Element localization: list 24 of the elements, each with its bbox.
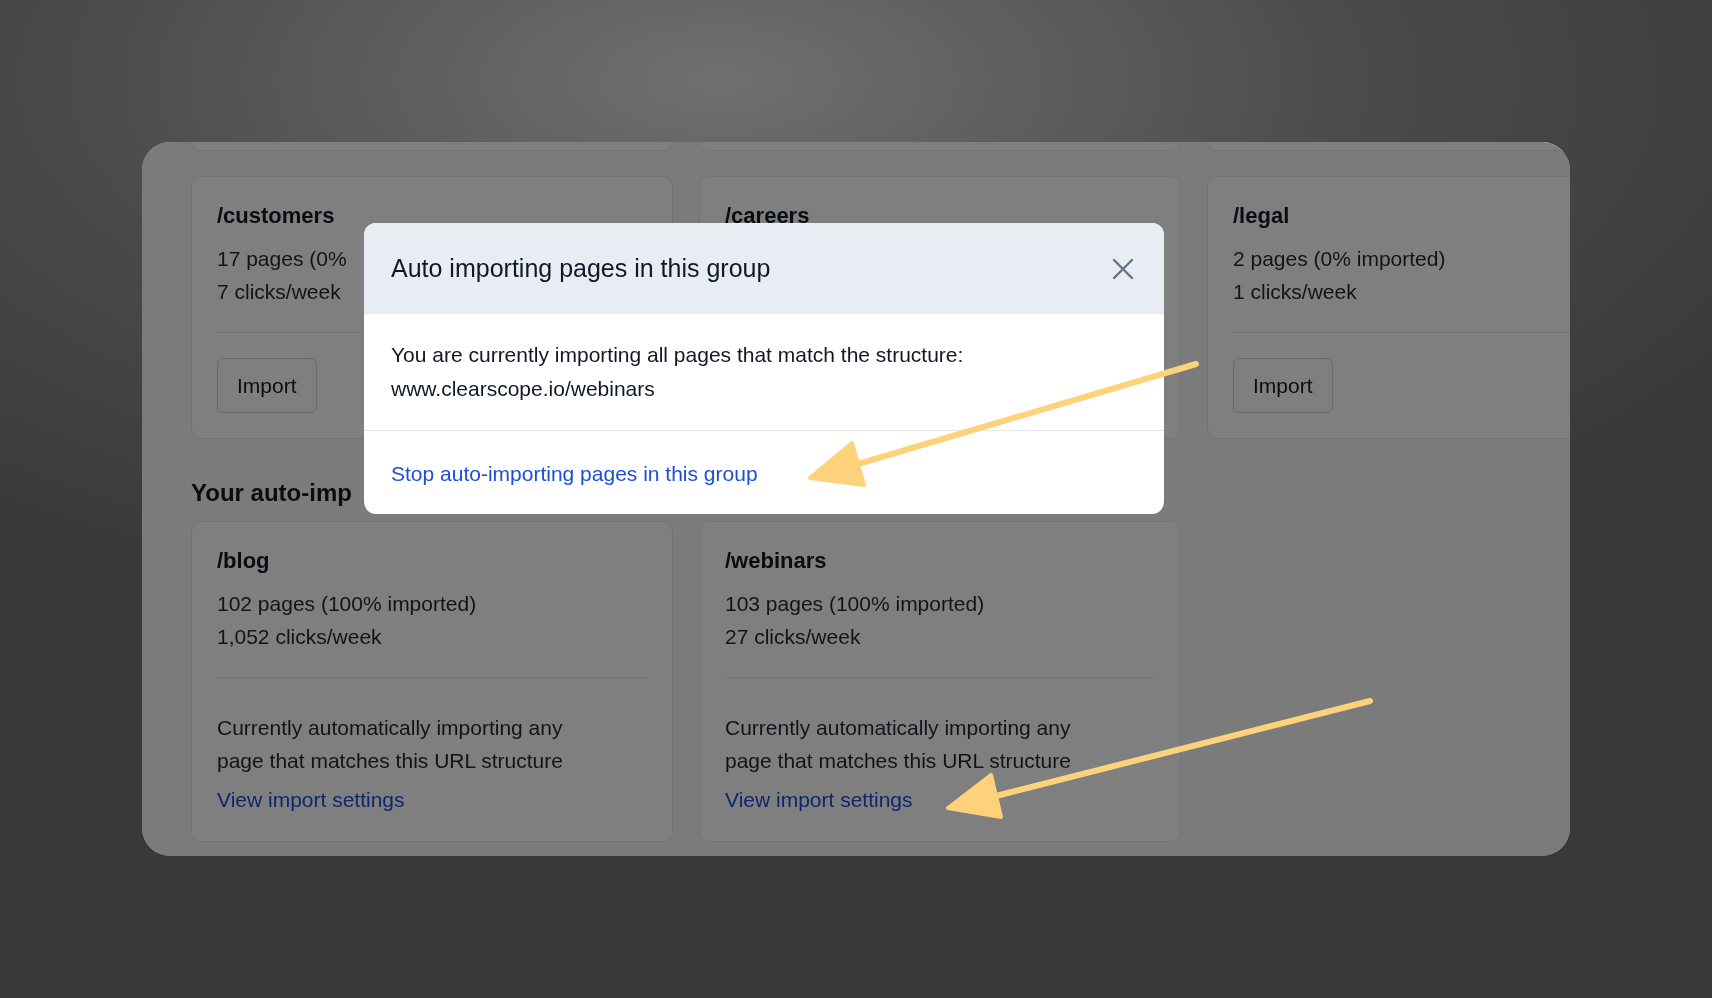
group-path: /careers	[725, 202, 811, 230]
import-note: Currently automatically importing any page that matches this URL structure	[725, 715, 1072, 774]
group-stat: 7 clicks/week	[217, 279, 341, 305]
import-button[interactable]: Import	[217, 358, 317, 413]
group-stat: 27 clicks/week	[725, 624, 861, 650]
import-button[interactable]: Import	[1233, 358, 1333, 413]
group-path: /blog	[217, 547, 271, 575]
group-path: /customers	[217, 202, 336, 230]
view-settings-link[interactable]: View import settings	[217, 783, 647, 816]
group-stat: 2 pages (0% imported)	[1233, 246, 1446, 272]
modal-title: Auto importing pages in this group	[391, 254, 771, 283]
import-note: Currently automatically importing any page that matches this URL structure	[217, 715, 564, 774]
group-stat: 102 pages (100% imported)	[217, 591, 477, 617]
group-stat: 1 clicks/week	[1233, 279, 1357, 305]
group-stat: 103 pages (100% imported)	[725, 591, 985, 617]
group-path: /webinars	[725, 547, 828, 575]
section-heading: Your auto-imp	[191, 479, 352, 507]
group-path: /legal	[1233, 202, 1291, 230]
view-settings-link[interactable]: View import settings	[725, 783, 1155, 816]
group-stat: 17 pages (0%	[217, 246, 347, 272]
modal-message: You are currently importing all pages that match the structure:	[391, 342, 965, 368]
url-structure: www.clearscope.io/webinars	[391, 376, 656, 402]
group-stat: 1,052 clicks/week	[217, 624, 382, 650]
stop-auto-import-link[interactable]: Stop auto-importing pages in this group	[391, 462, 758, 485]
